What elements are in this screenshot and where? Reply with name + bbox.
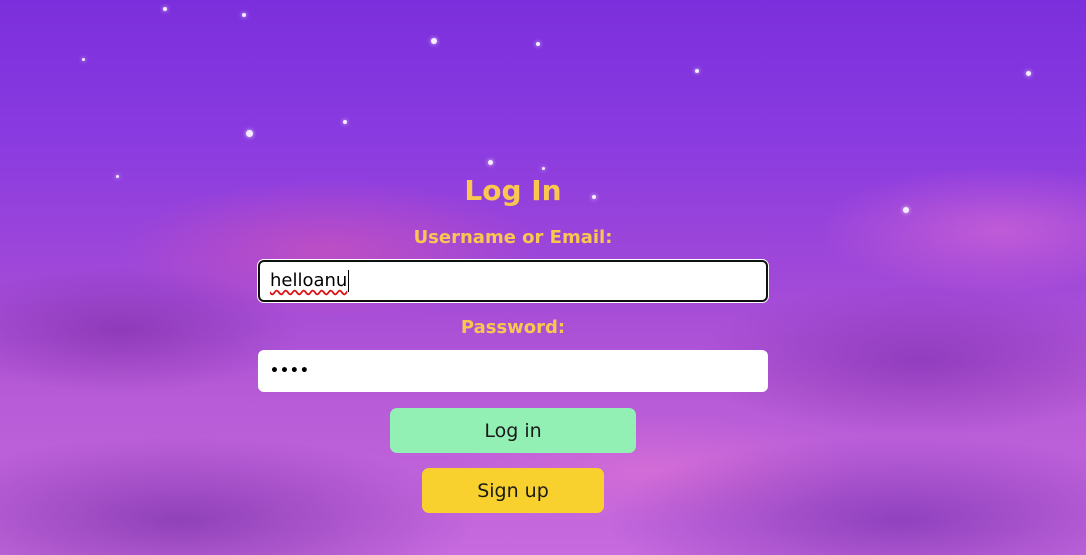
username-label: Username or Email: <box>413 227 613 248</box>
star <box>163 7 167 11</box>
star <box>431 38 437 44</box>
page-title: Log In <box>464 174 562 207</box>
star <box>82 58 85 61</box>
star <box>1026 71 1031 76</box>
star <box>116 175 119 178</box>
star <box>488 160 493 165</box>
star <box>343 120 347 124</box>
username-input[interactable] <box>258 260 768 302</box>
star <box>536 42 540 46</box>
username-field-wrapper: helloanu <box>258 260 768 302</box>
login-page: { "login": { "title": "Log In", "usernam… <box>0 0 1086 555</box>
password-label: Password: <box>460 317 566 338</box>
login-form: Log In Username or Email: helloanu Passw… <box>258 170 768 513</box>
star <box>695 69 699 73</box>
password-input[interactable] <box>258 350 768 392</box>
signup-button[interactable]: Sign up <box>422 468 604 513</box>
star <box>246 130 253 137</box>
star <box>242 13 246 17</box>
star <box>903 207 909 213</box>
login-button[interactable]: Log in <box>390 408 636 453</box>
password-field-wrapper: •••• <box>258 350 768 392</box>
